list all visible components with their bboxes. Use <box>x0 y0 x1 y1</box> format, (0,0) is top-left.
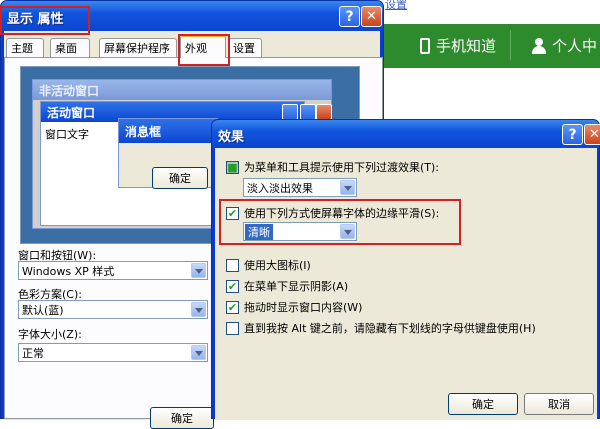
help-button[interactable]: ? <box>339 6 360 27</box>
select-value: 默认(蓝) <box>22 303 64 317</box>
tab-label: 屏幕保护程序 <box>104 42 170 55</box>
tab-themes[interactable]: 主题 <box>6 38 44 57</box>
preview-maximize-icon <box>300 104 316 120</box>
preview-inactive-titlebar: 非活动窗口 <box>33 80 331 100</box>
cancel-label: 取消 <box>548 398 570 411</box>
option-label: 为菜单和工具提示使用下列过渡效果(T): <box>244 161 440 174</box>
color-scheme-select[interactable]: 默认(蓝) <box>18 300 208 319</box>
checkbox[interactable]: ■ <box>226 160 239 174</box>
person-icon <box>532 37 546 54</box>
tab-settings[interactable]: 设置 <box>228 38 262 57</box>
question-mark-icon: ? <box>568 126 577 143</box>
option-large-icons[interactable]: 使用大图标(I) <box>226 257 311 273</box>
font-size-select[interactable]: 正常 <box>18 343 208 362</box>
nav-divider <box>510 30 511 60</box>
checkbox[interactable]: ✔ <box>226 300 239 314</box>
ok-label: 确定 <box>169 172 191 185</box>
effects-titlebar[interactable]: 效果 ? ✕ <box>212 120 600 148</box>
checkbox[interactable] <box>226 321 239 335</box>
option-menu-shadows[interactable]: ✔ 在菜单下显示阴影(A) <box>226 278 348 294</box>
chevron-down-icon[interactable] <box>191 263 206 278</box>
nav-item-label: 个人中 <box>552 37 598 55</box>
nav-item-label: 手机知道 <box>436 37 497 55</box>
effects-title: 效果 <box>218 130 245 145</box>
preview-close-icon <box>316 104 332 120</box>
chevron-down-icon[interactable] <box>340 180 355 195</box>
chevron-down-icon[interactable] <box>191 302 206 317</box>
close-icon: ✕ <box>589 127 600 142</box>
option-label: 在菜单下显示阴影(A) <box>244 280 349 293</box>
transition-effect-select[interactable]: 淡入淡出效果 <box>243 178 357 197</box>
message-box-title: 消息框 <box>125 124 162 139</box>
font-smoothing-highlight-box <box>219 199 461 245</box>
display-ok-button[interactable]: 确定 <box>150 407 214 429</box>
close-button[interactable]: ✕ <box>584 124 600 145</box>
help-button[interactable]: ? <box>562 124 583 145</box>
option-label: 直到我按 Alt 键之前，请隐藏有下划线的字母供键盘使用(H) <box>244 322 536 335</box>
nav-item-mobile-zhidao[interactable]: 手机知道 <box>420 35 496 56</box>
checkbox[interactable]: ✔ <box>226 279 239 293</box>
effects-cancel-button[interactable]: 取消 <box>524 393 594 415</box>
option-hide-underlines[interactable]: 直到我按 Alt 键之前，请隐藏有下划线的字母供键盘使用(H) <box>226 320 536 336</box>
message-box-titlebar: 消息框 <box>119 119 217 143</box>
preview-minimize-icon <box>282 104 298 120</box>
option-transition-effects[interactable]: ■ 为菜单和工具提示使用下列过渡效果(T): <box>226 159 439 175</box>
font-size-label: 字体大小(Z): <box>18 328 82 341</box>
select-value: Windows XP 样式 <box>22 264 115 278</box>
tab-desktop[interactable]: 桌面 <box>50 38 90 57</box>
title-highlight-box <box>0 6 90 35</box>
inactive-window-title: 非活动窗口 <box>39 83 100 98</box>
active-window-title: 活动窗口 <box>47 105 96 120</box>
chevron-down-icon[interactable] <box>191 345 206 360</box>
tab-label: 桌面 <box>55 42 77 55</box>
windows-buttons-select[interactable]: Windows XP 样式 <box>18 261 208 280</box>
web-page-top-area <box>383 0 600 22</box>
ok-label: 确定 <box>171 412 193 425</box>
close-icon: ✕ <box>366 9 377 24</box>
tab-screensaver[interactable]: 屏幕保护程序 <box>99 38 177 57</box>
select-value: 正常 <box>22 346 44 360</box>
close-button[interactable]: ✕ <box>361 6 382 27</box>
option-label: 使用大图标(I) <box>244 259 311 272</box>
preview-ok-button: 确定 <box>152 167 208 189</box>
appearance-tab-highlight-box <box>178 34 230 66</box>
select-value: 淡入淡出效果 <box>247 181 313 195</box>
effects-ok-button[interactable]: 确定 <box>448 393 518 415</box>
web-top-link[interactable]: 设置 <box>385 0 407 12</box>
tab-label: 设置 <box>233 42 255 55</box>
nav-item-personal[interactable]: 个人中 <box>532 35 597 56</box>
checkbox[interactable] <box>226 258 239 272</box>
phone-icon <box>420 37 430 54</box>
question-mark-icon: ? <box>345 8 354 25</box>
option-drag-full-windows[interactable]: ✔ 拖动时显示窗口内容(W) <box>226 299 362 315</box>
tab-label: 主题 <box>11 42 33 55</box>
ok-label: 确定 <box>472 398 494 411</box>
option-label: 拖动时显示窗口内容(W) <box>244 301 363 314</box>
